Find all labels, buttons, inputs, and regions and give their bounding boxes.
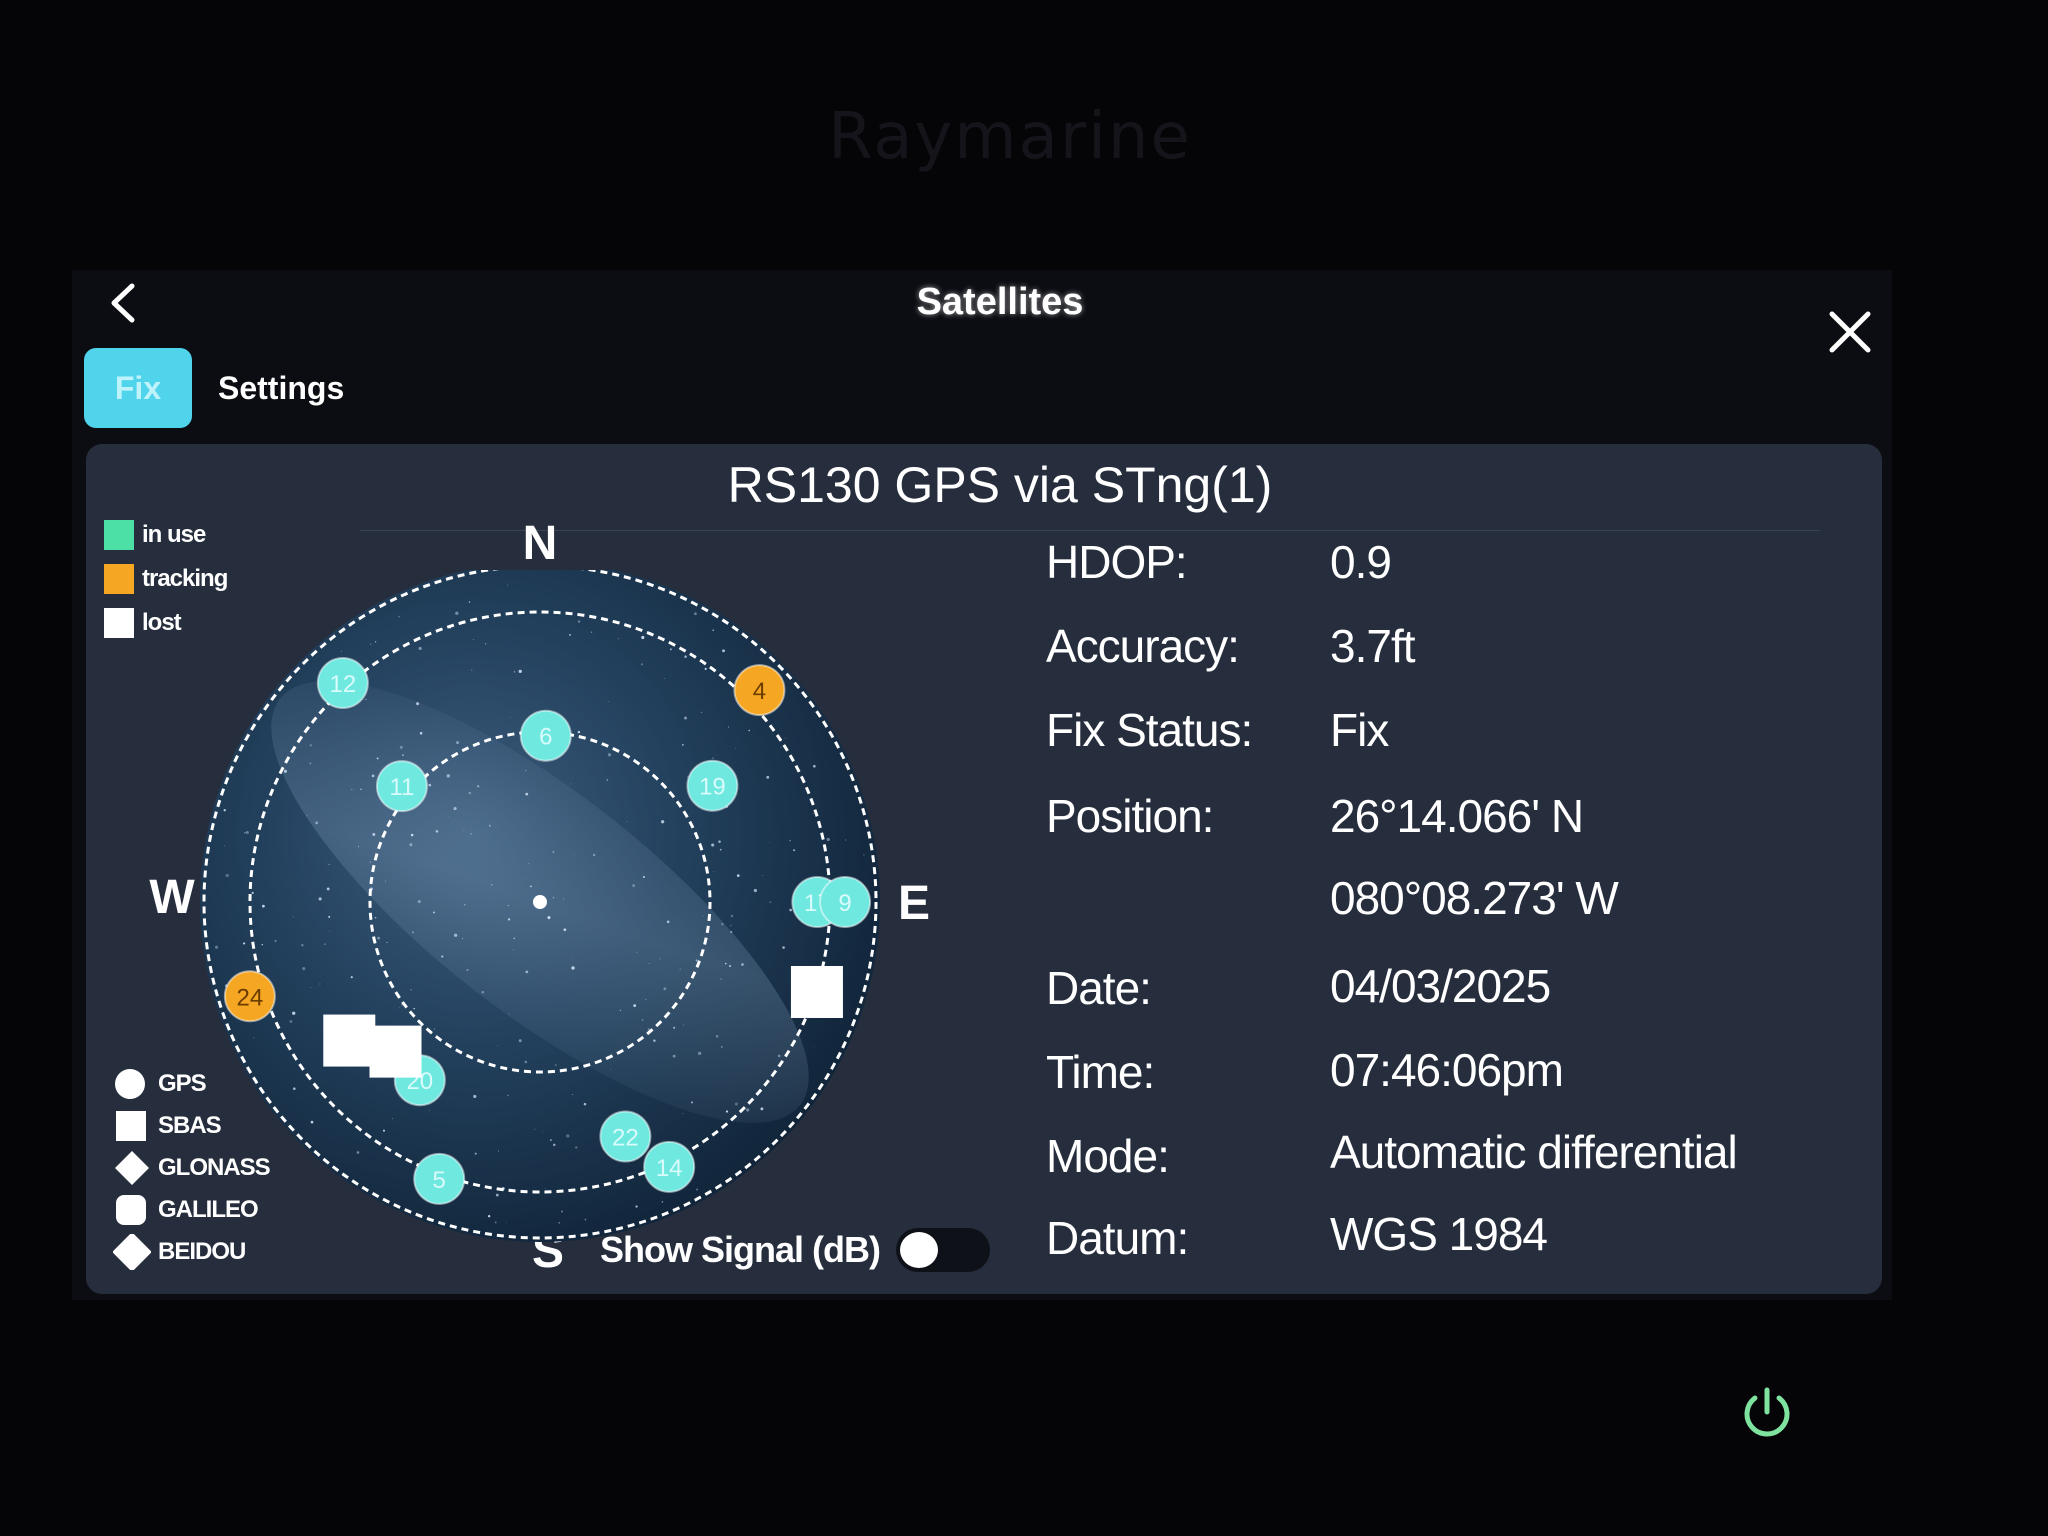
- legend-galileo-label: GALILEO: [158, 1196, 259, 1223]
- sky-plot: 126411 1917 9242022145: [200, 570, 880, 1242]
- satellite-id-label: 12: [329, 671, 356, 698]
- close-icon[interactable]: [1822, 304, 1878, 360]
- satellite-11: 11: [375, 760, 428, 813]
- legend-glonass: GLONASS: [112, 1150, 271, 1186]
- satellite-sbas-13: [323, 1014, 376, 1067]
- satellite-marker: [323, 1014, 376, 1067]
- show-signal-label: Show Signal (dB): [600, 1229, 881, 1270]
- toggle-knob[interactable]: [900, 1232, 938, 1268]
- back-chevron-icon[interactable]: [100, 278, 150, 328]
- position-label-blank: [1046, 868, 1306, 928]
- date-value: 04/03/2025: [1330, 960, 1551, 1012]
- panel-divider: [360, 530, 1820, 531]
- hdop-label: HDOP:: [1046, 536, 1188, 588]
- zenith-dot: [533, 895, 547, 909]
- satellite-12: 12: [316, 657, 369, 710]
- satellite-id-label: 14: [656, 1155, 683, 1182]
- position-label: Position:: [1046, 790, 1214, 842]
- diamond-icon: [115, 1151, 149, 1185]
- mode-label: Mode:: [1046, 1130, 1170, 1182]
- satellite-sbas-14: [369, 1025, 422, 1078]
- satellite-sbas-12: [790, 965, 843, 1018]
- satellite-14: 14: [643, 1140, 696, 1193]
- time-label: Time:: [1046, 1046, 1155, 1098]
- datum-label: Datum:: [1046, 1212, 1189, 1264]
- page-title: Satellites: [916, 281, 1084, 323]
- fix-status-value: Fix: [1330, 704, 1389, 756]
- legend-galileo: GALILEO: [112, 1192, 259, 1228]
- tab-fix[interactable]: Fix: [84, 348, 192, 428]
- bezel-brand-logo: Raymarine: [828, 100, 1192, 174]
- legend-sbas: SBAS: [112, 1108, 222, 1144]
- power-icon[interactable]: [1736, 1382, 1798, 1444]
- satellite-marker: [369, 1025, 422, 1078]
- tab-settings[interactable]: Settings: [218, 358, 368, 418]
- legend-gps: GPS: [112, 1066, 207, 1102]
- satellite-22: 22: [599, 1110, 652, 1163]
- satellite-id-label: 22: [612, 1125, 639, 1152]
- satellite-id-label: 11: [389, 774, 414, 801]
- satellite-marker: [790, 965, 843, 1018]
- accuracy-value: 3.7ft: [1330, 620, 1416, 672]
- mode-value: Automatic differential: [1330, 1126, 1738, 1178]
- satellite-id-label: 19: [699, 774, 726, 801]
- fix-status-label: Fix Status:: [1046, 704, 1253, 756]
- legend-lost-label: lost: [142, 609, 182, 636]
- tracking-swatch: [104, 564, 134, 594]
- compass-west: W: [149, 871, 195, 924]
- receiver-title: RS130 GPS via STng(1): [727, 457, 1273, 513]
- in-use-swatch: [104, 520, 134, 550]
- satellite-9: 9: [819, 876, 872, 928]
- rounded-diamond-icon: [113, 1234, 151, 1270]
- satellite-4: 4: [733, 664, 786, 717]
- legend-sbas-label: SBAS: [158, 1112, 222, 1139]
- position-latitude: 26°14.066' N: [1330, 790, 1584, 842]
- satellite-id-label: 5: [433, 1167, 446, 1194]
- time-value: 07:46:06pm: [1330, 1044, 1564, 1096]
- circle-icon: [115, 1069, 145, 1099]
- satellite-id-label: 24: [237, 984, 264, 1011]
- legend-glonass-label: GLONASS: [158, 1154, 271, 1181]
- legend-beidou: BEIDOU: [112, 1234, 246, 1270]
- date-label: Date:: [1046, 962, 1152, 1014]
- position-longitude: 080°08.273' W: [1330, 872, 1619, 924]
- datum-value: WGS 1984: [1330, 1208, 1548, 1260]
- legend-in-use-label: in use: [142, 521, 206, 548]
- satellite-24: 24: [223, 970, 276, 1023]
- satellite-5: 5: [413, 1152, 466, 1205]
- legend-in-use: in use: [104, 518, 206, 552]
- square-icon: [116, 1111, 146, 1141]
- compass-north: N: [522, 517, 558, 570]
- satellite-id-label: 4: [753, 678, 766, 705]
- legend-lost: lost: [104, 606, 182, 640]
- satellite-19: 19: [686, 759, 739, 812]
- satellite-6: 6: [519, 709, 572, 762]
- rounded-square-icon: [116, 1195, 146, 1225]
- legend-gps-label: GPS: [158, 1070, 207, 1097]
- satellite-id-label: 9: [838, 890, 851, 917]
- show-signal-toggle[interactable]: [896, 1228, 990, 1272]
- legend-beidou-label: BEIDOU: [158, 1238, 246, 1265]
- lost-swatch: [104, 608, 134, 638]
- accuracy-label: Accuracy:: [1046, 620, 1240, 672]
- satellite-id-label: 6: [539, 724, 552, 751]
- hdop-value: 0.9: [1330, 536, 1392, 588]
